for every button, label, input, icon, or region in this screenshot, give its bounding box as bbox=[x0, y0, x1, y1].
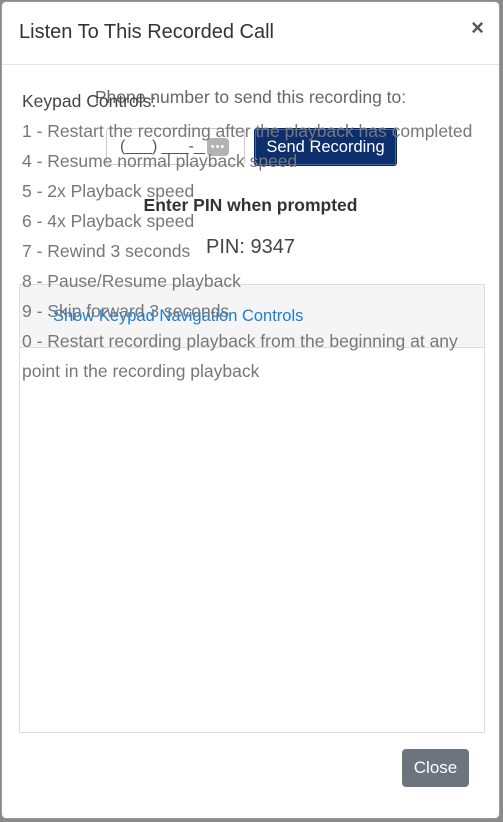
keypad-control-item: 8 - Pause/Resume playback bbox=[22, 271, 241, 291]
recorded-call-modal: Listen To This Recorded Call × Phone num… bbox=[1, 1, 500, 819]
keypad-control-item: 7 - Rewind 3 seconds bbox=[22, 241, 191, 261]
close-icon[interactable]: × bbox=[471, 17, 484, 39]
keypad-control-item: 5 - 2x Playback speed bbox=[22, 181, 195, 201]
keypad-control-item: 6 - 4x Playback speed bbox=[22, 211, 195, 231]
keypad-control-item: 1 - Restart the recording after the play… bbox=[22, 121, 473, 141]
keypad-controls-body: Keypad Controls: 1 - Restart the recordi… bbox=[22, 86, 479, 386]
keypad-control-item: 4 - Resume normal playback speed bbox=[22, 151, 298, 171]
close-button[interactable]: Close bbox=[402, 749, 469, 787]
modal-header: Listen To This Recorded Call × bbox=[2, 2, 499, 65]
keypad-controls-title: Keypad Controls: bbox=[22, 91, 157, 111]
modal-title: Listen To This Recorded Call bbox=[19, 21, 274, 43]
keypad-control-item: 0 - Restart recording playback from the … bbox=[22, 331, 458, 381]
keypad-control-item: 9 - Skip forward 3 seconds bbox=[22, 301, 230, 321]
